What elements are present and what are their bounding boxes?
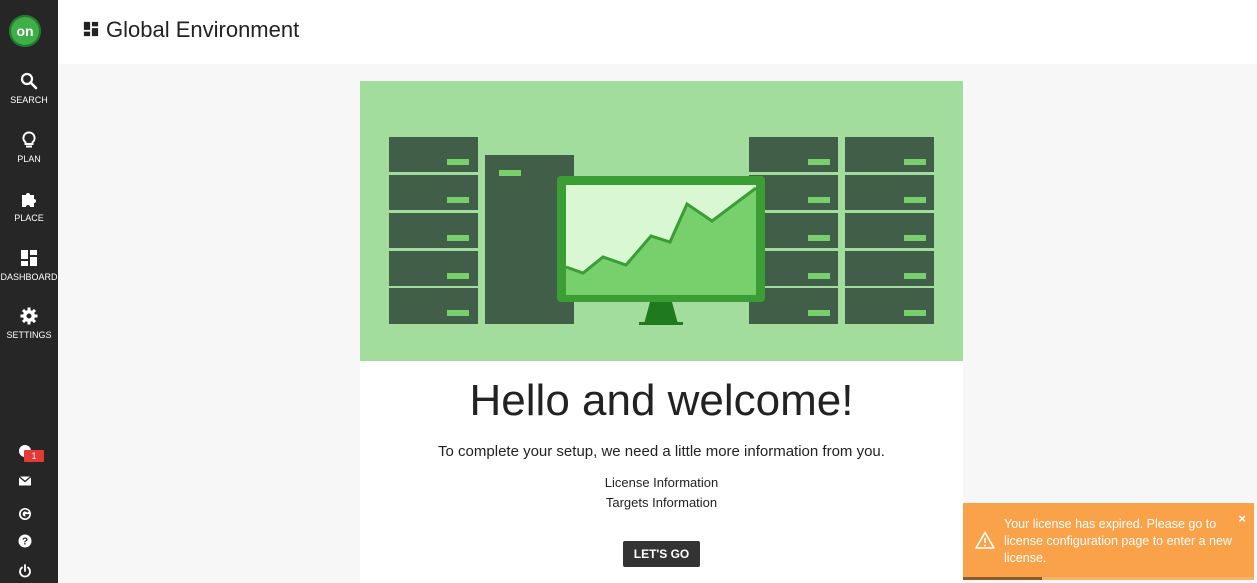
search-icon xyxy=(20,72,38,90)
help-icon[interactable]: ? xyxy=(17,533,33,549)
license-expired-toast: Your license has expired. Please go to l… xyxy=(963,503,1254,580)
lightbulb-icon xyxy=(22,131,36,148)
logo[interactable]: on xyxy=(9,15,41,47)
svg-text:?: ? xyxy=(22,537,28,548)
sidebar-item-search[interactable]: SEARCH xyxy=(0,72,58,105)
puzzle-icon xyxy=(22,193,36,207)
welcome-subtitle: To complete your setup, we need a little… xyxy=(438,443,885,460)
sidebar-item-place[interactable]: PLACE xyxy=(0,190,58,223)
power-icon[interactable] xyxy=(17,563,33,579)
close-icon[interactable]: × xyxy=(1238,511,1246,526)
step-license-information: License Information xyxy=(604,475,719,490)
gear-icon xyxy=(20,307,38,325)
sidebar-item-dashboard[interactable]: DASHBOARD xyxy=(0,249,58,282)
welcome-card: Hello and welcome! To complete your setu… xyxy=(360,81,963,583)
lets-go-button[interactable]: LET'S GO xyxy=(623,541,700,567)
step-targets-information: Targets Information xyxy=(605,495,718,510)
notification-badge: 1 xyxy=(24,450,44,462)
sidebar-item-plan[interactable]: PLAN xyxy=(0,131,58,164)
sidebar-item-label: PLAN xyxy=(17,154,41,164)
hero-illustration xyxy=(360,81,963,361)
sidebar-item-label: PLACE xyxy=(14,213,44,223)
sidebar-item-label: SETTINGS xyxy=(6,330,52,340)
sidebar: on SEARCH PLAN PLACE DASHBOARD SETTINGS … xyxy=(0,0,58,583)
sidebar-item-label: DASHBOARD xyxy=(0,272,58,282)
page-header: Global Environment xyxy=(58,0,1257,64)
toast-progress-fill xyxy=(963,577,1042,580)
sidebar-item-label: SEARCH xyxy=(10,95,48,105)
toast-message: Your license has expired. Please go to l… xyxy=(1004,517,1232,565)
servers-monitor-illustration xyxy=(389,137,934,325)
toast-progress-bar xyxy=(963,577,1254,580)
sidebar-item-settings[interactable]: SETTINGS xyxy=(0,307,58,340)
warning-icon xyxy=(975,531,995,549)
dashboard-icon xyxy=(21,250,37,266)
welcome-heading: Hello and welcome! xyxy=(469,376,854,425)
google-icon[interactable] xyxy=(17,506,33,522)
dashboard-icon xyxy=(83,21,99,37)
page-title: Global Environment xyxy=(106,17,300,42)
mail-icon[interactable] xyxy=(17,473,33,489)
